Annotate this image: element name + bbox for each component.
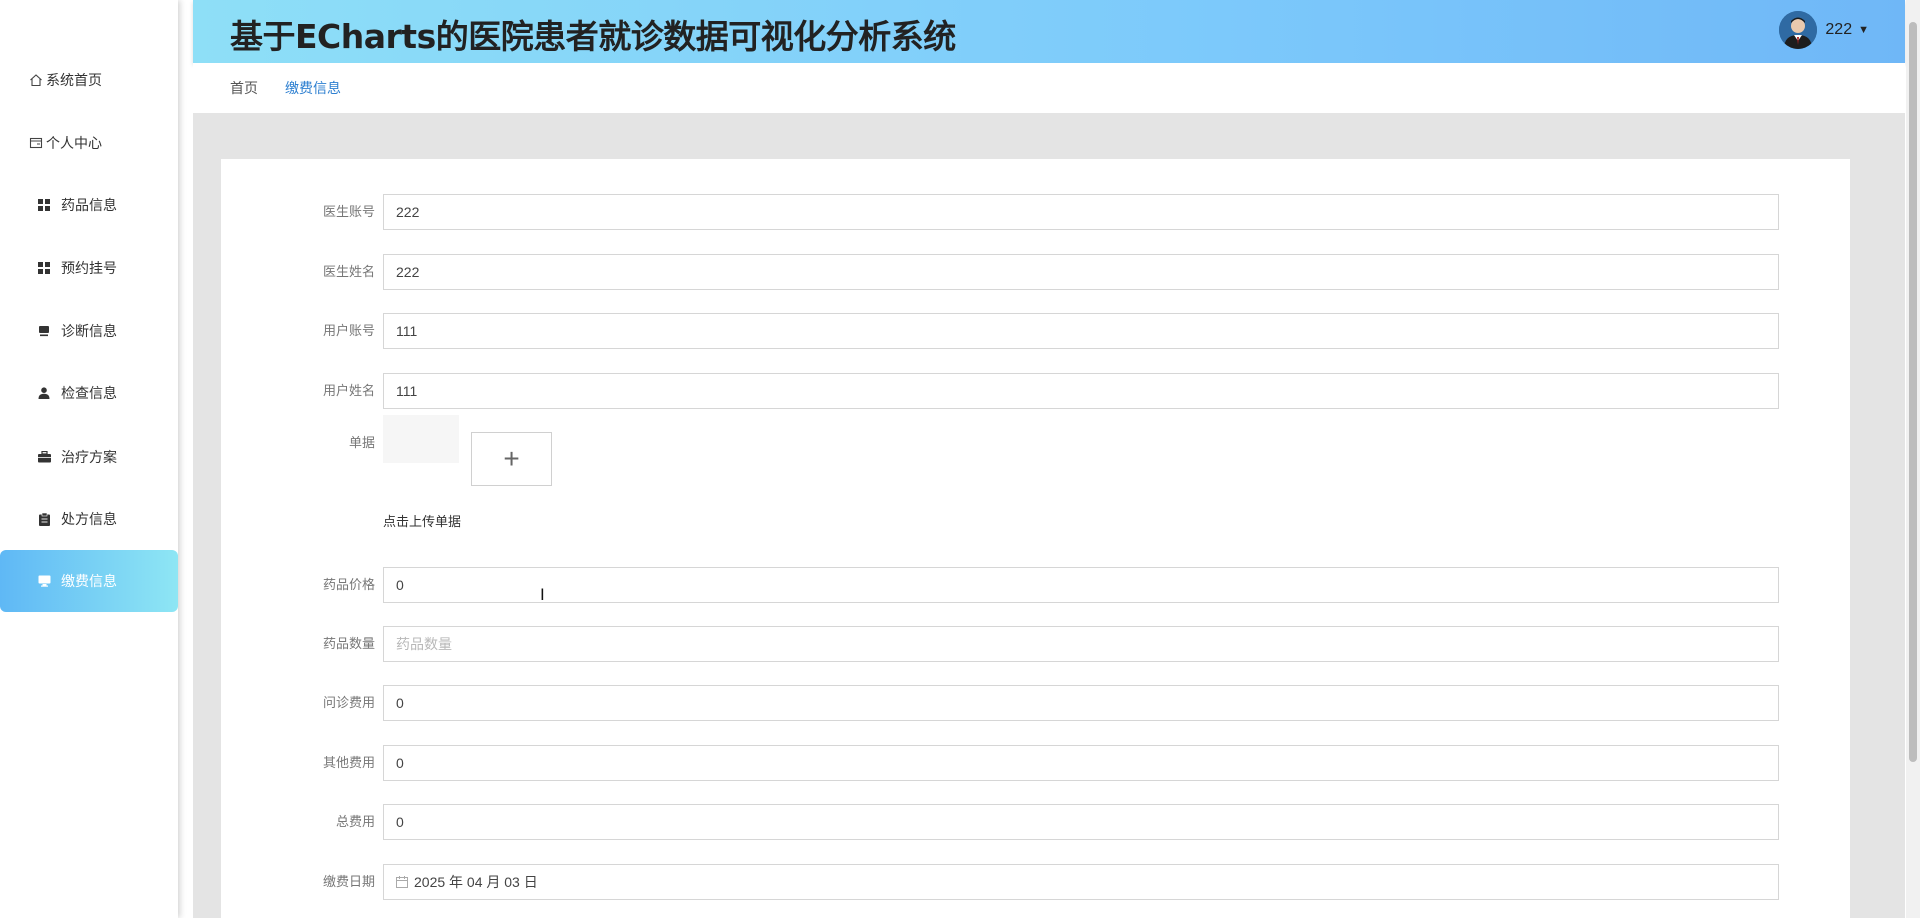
sidebar-item-home[interactable]: 系统首页 — [0, 49, 178, 111]
sidebar-item-label: 预约挂号 — [61, 260, 117, 276]
cup-icon — [36, 323, 52, 339]
calendar-icon — [396, 876, 408, 888]
sidebar-item-label: 药品信息 — [61, 197, 117, 213]
sidebar-item-treatment-plan[interactable]: 治疗方案 — [0, 426, 178, 488]
sidebar-item-label: 处方信息 — [61, 511, 117, 527]
sidebar-item-prescription[interactable]: 处方信息 — [0, 488, 178, 550]
doctor-account-input[interactable] — [383, 194, 1779, 230]
user-account-input[interactable] — [383, 313, 1779, 349]
caret-down-icon: ▼ — [1858, 24, 1869, 36]
briefcase-icon — [36, 449, 52, 465]
sidebar-item-label: 诊断信息 — [61, 323, 117, 339]
receipt-preview — [383, 415, 459, 463]
form-row-receipt: 单据 + 点击上传单据 — [221, 415, 1850, 555]
other-fee-label: 其他费用 — [322, 755, 375, 770]
payment-date-label: 缴费日期 — [322, 874, 375, 889]
text-cursor-icon: I — [540, 585, 545, 604]
user-menu[interactable]: 222 ▼ — [1779, 11, 1869, 49]
person-icon — [36, 385, 52, 401]
user-name: 222 — [1825, 21, 1853, 38]
scrollbar-thumb[interactable] — [1909, 22, 1917, 762]
payment-form: 医生账号 医生姓名 用户账号 用户姓名 单据 + 点击上传单据 药品价格 药品数… — [221, 159, 1850, 918]
sidebar-item-examination[interactable]: 检查信息 — [0, 362, 178, 424]
sidebar: 系统首页 个人中心 药品信息 预约挂号 诊断信息 检查信息 治疗方案 处方信息 … — [0, 0, 178, 918]
payment-date-picker[interactable]: 2025 年 04 月 03 日 — [383, 864, 1779, 900]
sidebar-item-label: 个人中心 — [46, 135, 102, 151]
doctor-account-label: 医生账号 — [322, 204, 375, 219]
total-fee-label: 总费用 — [335, 814, 375, 829]
clipboard-icon — [36, 511, 52, 527]
drug-quantity-input[interactable] — [383, 626, 1779, 662]
sidebar-item-diagnosis[interactable]: 诊断信息 — [0, 300, 178, 362]
form-row-total-fee: 总费用 — [221, 804, 1850, 840]
sidebar-item-label: 系统首页 — [46, 72, 102, 88]
sidebar-item-personal-center[interactable]: 个人中心 — [0, 112, 178, 174]
top-header: 基于ECharts的医院患者就诊数据可视化分析系统 222 ▼ — [193, 0, 1905, 63]
form-row-doctor-name: 医生姓名 — [221, 254, 1850, 290]
sidebar-item-label: 缴费信息 — [61, 573, 117, 589]
grid-icon — [36, 197, 52, 213]
drug-quantity-label: 药品数量 — [322, 636, 375, 651]
plus-icon: + — [503, 443, 520, 474]
sidebar-item-label: 检查信息 — [61, 385, 117, 401]
home-icon — [28, 72, 44, 88]
total-fee-input[interactable] — [383, 804, 1779, 840]
receipt-label: 单据 — [348, 435, 375, 450]
sidebar-item-label: 治疗方案 — [61, 449, 117, 465]
avatar — [1779, 11, 1818, 49]
form-row-drug-price: 药品价格 — [221, 567, 1850, 603]
drug-price-label: 药品价格 — [322, 577, 375, 592]
user-name-input[interactable] — [383, 373, 1779, 409]
grid-icon — [36, 260, 52, 276]
form-row-payment-date: 缴费日期 2025 年 04 月 03 日 — [221, 864, 1850, 900]
doctor-name-label: 医生姓名 — [322, 264, 375, 279]
sidebar-item-appointment[interactable]: 预约挂号 — [0, 237, 178, 299]
breadcrumb: 首页 缴费信息 — [193, 63, 1905, 113]
form-row-doctor-account: 医生账号 — [221, 194, 1850, 230]
user-name-label: 用户姓名 — [322, 383, 375, 398]
form-row-other-fee: 其他费用 — [221, 745, 1850, 781]
monitor-icon — [36, 573, 52, 589]
consult-fee-input[interactable] — [383, 685, 1779, 721]
user-account-label: 用户账号 — [322, 323, 375, 338]
sidebar-item-drug-info[interactable]: 药品信息 — [0, 174, 178, 236]
breadcrumb-current: 缴费信息 — [285, 80, 341, 96]
payment-date-value: 2025 年 04 月 03 日 — [414, 874, 538, 890]
breadcrumb-home[interactable]: 首页 — [230, 78, 258, 98]
receipt-upload-button[interactable]: + — [471, 432, 552, 486]
doctor-name-input[interactable] — [383, 254, 1779, 290]
other-fee-input[interactable] — [383, 745, 1779, 781]
consult-fee-label: 问诊费用 — [322, 695, 375, 710]
drug-price-input[interactable] — [383, 567, 1779, 603]
form-row-user-name: 用户姓名 — [221, 373, 1850, 409]
user-card-icon — [28, 135, 44, 151]
sidebar-item-payment[interactable]: 缴费信息 — [0, 550, 178, 612]
form-row-drug-quantity: 药品数量 — [221, 626, 1850, 662]
app-title: 基于ECharts的医院患者就诊数据可视化分析系统 — [230, 17, 956, 56]
form-row-consult-fee: 问诊费用 — [221, 685, 1850, 721]
receipt-upload-hint: 点击上传单据 — [383, 514, 462, 529]
page-scrollbar[interactable] — [1906, 0, 1920, 918]
form-row-user-account: 用户账号 — [221, 313, 1850, 349]
